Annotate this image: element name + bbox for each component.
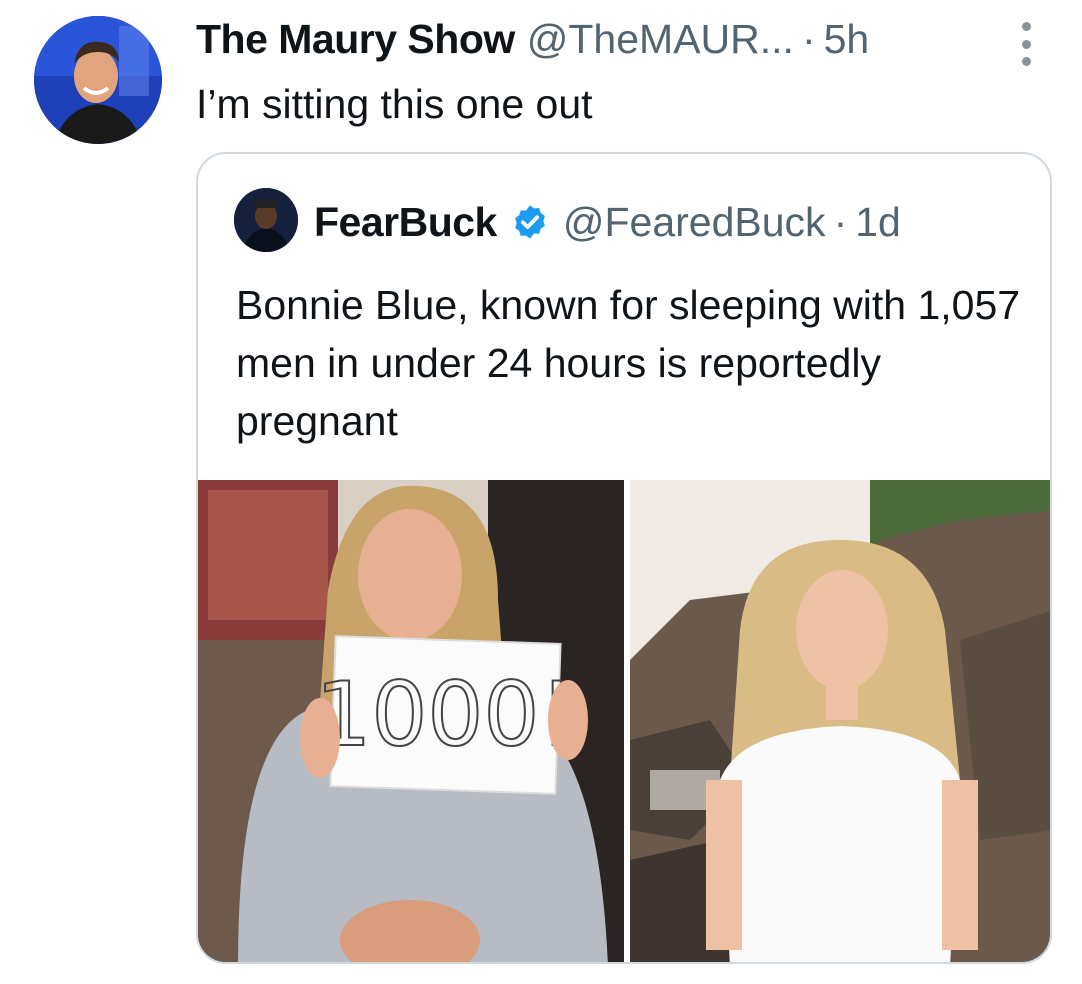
verified-badge-icon (514, 205, 545, 239)
quoted-separator-dot: · (833, 198, 848, 245)
quoted-tweet-text: Bonnie Blue, known for sleeping with 1,0… (236, 282, 1021, 444)
author-avatar[interactable] (34, 16, 162, 144)
vertical-ellipsis-icon[interactable] (1016, 22, 1036, 66)
photo-woman-on-rocks (630, 480, 1050, 962)
author-handle[interactable]: @TheMAUR... (527, 14, 794, 64)
tweet-timestamp[interactable]: 5h (824, 14, 870, 64)
quoted-tweet[interactable]: FearBuck @FearedBuck · 1d Bonnie Blue, k… (196, 152, 1052, 964)
quoted-tweet-header: FearBuck @FearedBuck · 1d (314, 192, 901, 252)
quoted-author-avatar[interactable] (234, 188, 298, 252)
media-photo-2[interactable] (630, 480, 1050, 962)
sign-text: 1000! (315, 663, 574, 766)
media-photo-1[interactable]: 1000! (198, 480, 624, 962)
photo-woman-holding-sign: 1000! (198, 480, 624, 962)
avatar-maury-image (34, 16, 162, 144)
avatar-fearbuck-image (234, 188, 298, 252)
tweet-text: I’m sitting this one out (196, 81, 593, 127)
quoted-author-name[interactable]: FearBuck (314, 199, 497, 246)
tweet-header: The Maury Show @TheMAUR... · 5h (196, 14, 1082, 64)
separator-dot: · (801, 16, 816, 62)
tweet[interactable]: The Maury Show @TheMAUR... · 5h I’m sitt… (0, 0, 1082, 984)
quoted-media-grid: 1000! (198, 480, 1050, 962)
author-name[interactable]: The Maury Show (196, 14, 515, 64)
quoted-author-handle[interactable]: @FearedBuck (563, 199, 826, 246)
quoted-timestamp[interactable]: 1d (855, 199, 901, 246)
